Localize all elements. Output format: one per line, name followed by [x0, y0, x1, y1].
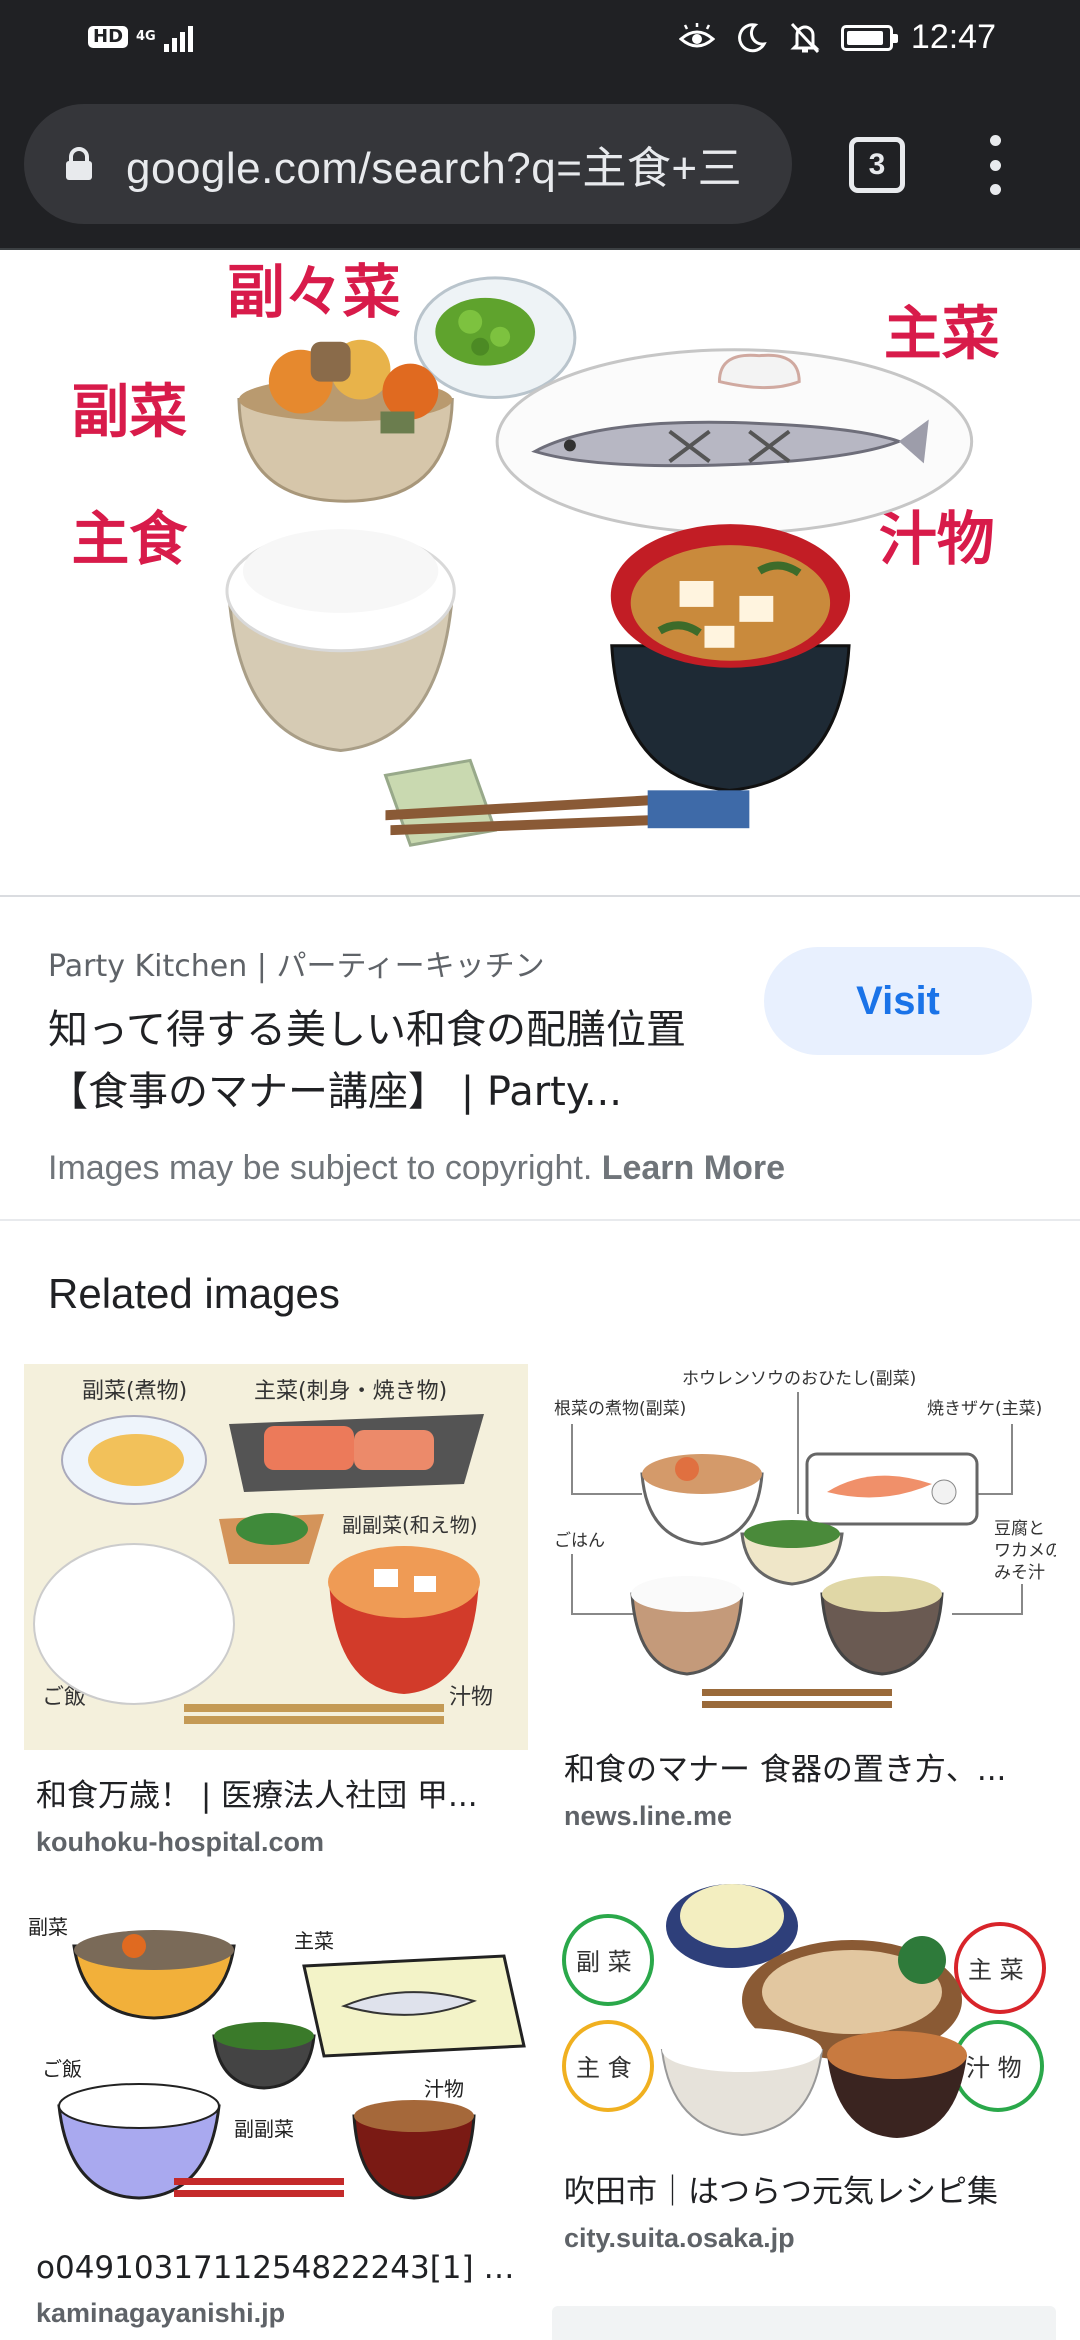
related-image-card[interactable]: ホウレンソウのおひたし(副菜) 根菜の煮物(副菜) 焼きザケ(主菜) ごはん 豆…	[552, 1364, 1056, 1832]
svg-text:ワカメの: ワカメの	[994, 1541, 1056, 1561]
label-shirumono: 汁物	[879, 505, 995, 573]
label-shusai: 主菜	[884, 300, 1000, 368]
browser-toolbar: google.com/search?q=主食+三 3	[0, 80, 1080, 250]
svg-text:主菜: 主菜	[294, 1929, 334, 1953]
card-site[interactable]: city.suita.osaka.jp	[564, 2223, 1044, 2254]
card-title[interactable]: o0491031711254822243[1] –...	[36, 2250, 516, 2286]
svg-text:主 食: 主 食	[576, 2054, 632, 2082]
related-image-card[interactable]: 副菜(煮物) 主菜(刺身・焼き物) 副副菜(和え物) ご飯 汁物 和食万歳！ |…	[24, 1364, 528, 1858]
signal-icon	[163, 22, 193, 52]
card-site[interactable]: news.line.me	[564, 1801, 1044, 1832]
tab-switcher-button[interactable]: 3	[849, 137, 905, 193]
mute-bell-icon	[787, 20, 823, 56]
related-thumbnail[interactable]: ホウレンソウのおひたし(副菜) 根菜の煮物(副菜) 焼きザケ(主菜) ごはん 豆…	[552, 1364, 1056, 1724]
svg-text:副菜(煮物): 副菜(煮物)	[82, 1379, 187, 1404]
card-title[interactable]: 和食万歳！ | 医療法人社団 甲...	[36, 1770, 516, 1815]
rice-bowl	[225, 529, 456, 752]
svg-text:豆腐と: 豆腐と	[994, 1519, 1045, 1539]
label-shushoku: 主食	[71, 505, 188, 573]
preview-image[interactable]: 副々菜 主菜 副菜 主食 汁物	[0, 252, 1080, 897]
svg-text:汁物: 汁物	[424, 2077, 464, 2101]
fukusai-circle: 副 菜	[562, 1914, 654, 2006]
learn-more-link[interactable]: Learn More	[602, 1149, 785, 1187]
related-thumbnail[interactable]: 副菜(煮物) 主菜(刺身・焼き物) 副副菜(和え物) ご飯 汁物	[24, 1364, 528, 1750]
svg-text:副菜: 副菜	[28, 1915, 68, 1939]
copyright-notice: Images may be subject to copyright. Lear…	[48, 1149, 785, 1188]
svg-text:副副菜(和え物): 副副菜(和え物)	[342, 1513, 478, 1537]
result-info: Party Kitchen | パーティーキッチン 知って得する美しい和食の配膳…	[0, 899, 1080, 1221]
card-site[interactable]: kouhoku-hospital.com	[36, 1827, 516, 1858]
shusai-circle: 主 菜	[954, 1922, 1046, 2014]
address-bar[interactable]: google.com/search?q=主食+三	[24, 104, 792, 224]
svg-text:ごはん: ごはん	[554, 1531, 605, 1551]
svg-text:焼きザケ(主菜): 焼きザケ(主菜)	[927, 1399, 1042, 1419]
svg-text:みそ汁: みそ汁	[994, 1563, 1045, 1583]
related-thumbnail[interactable]: 副 菜 主 菜 主 食 汁 物	[552, 1880, 1056, 2146]
svg-text:汁物: 汁物	[449, 1685, 493, 1710]
svg-text:根菜の煮物(副菜): 根菜の煮物(副菜)	[554, 1399, 686, 1419]
clock: 12:47	[910, 18, 996, 56]
copyright-text: Images may be subject to copyright.	[48, 1149, 593, 1187]
svg-text:主 菜: 主 菜	[968, 1956, 1024, 1984]
label-fukusai: 副菜	[71, 377, 187, 445]
battery-icon	[840, 24, 898, 51]
moon-icon	[733, 20, 769, 56]
lock-icon	[66, 147, 92, 180]
side-dish-plate	[413, 276, 577, 400]
svg-text:副副菜: 副副菜	[234, 2117, 294, 2141]
overflow-menu-icon[interactable]	[975, 135, 1015, 195]
card-title[interactable]: 和食のマナー 食器の置き方、...	[564, 1744, 1044, 1789]
card-title[interactable]: 吹田市｜はつらつ元気レシピ集	[564, 2166, 1044, 2211]
miso-soup-bowl	[610, 524, 851, 792]
eye-comfort-icon	[678, 20, 715, 56]
related-image-card[interactable]: 副菜 主菜 ご飯 汁物 副副菜 o0491031711254822243[1] …	[24, 1906, 528, 2329]
shushoku-circle: 主 食	[562, 2020, 654, 2112]
shirumono-circle: 汁 物	[952, 2020, 1044, 2112]
svg-text:ご飯: ご飯	[42, 2057, 82, 2081]
related-image-card-partial[interactable]	[552, 2306, 1056, 2340]
hd-indicator: HD	[88, 26, 129, 48]
grilled-fish-plate	[495, 348, 974, 535]
svg-text:主菜(刺身・焼き物): 主菜(刺身・焼き物)	[254, 1379, 447, 1404]
related-thumbnail[interactable]: 副菜 主菜 ご飯 汁物 副副菜	[24, 1906, 528, 2230]
card-site[interactable]: kaminagayanishi.jp	[36, 2298, 516, 2329]
simmered-dish-bowl	[237, 339, 454, 503]
svg-text:ホウレンソウのおひたし(副菜): ホウレンソウのおひたし(副菜)	[682, 1369, 916, 1389]
label-fukufukusai: 副々菜	[227, 258, 401, 326]
result-title[interactable]: 知って得する美しい和食の配膳位置【食事のマナー講座】 | Party...	[48, 999, 708, 1123]
status-bar: HD 4G 12:47	[0, 0, 1080, 80]
visit-button[interactable]: Visit	[764, 947, 1032, 1055]
source-name[interactable]: Party Kitchen | パーティーキッチン	[48, 941, 545, 985]
svg-text:汁 物: 汁 物	[966, 2054, 1022, 2082]
url-text[interactable]: google.com/search?q=主食+三	[126, 132, 742, 196]
network-type: 4G	[136, 29, 156, 44]
related-images-heading: Related images	[48, 1270, 340, 1317]
svg-text:副 菜: 副 菜	[576, 1948, 632, 1976]
related-image-card[interactable]: 副 菜 主 菜 主 食 汁 物 吹田市｜はつらつ元気レシピ集 city.suit…	[552, 1880, 1056, 2254]
